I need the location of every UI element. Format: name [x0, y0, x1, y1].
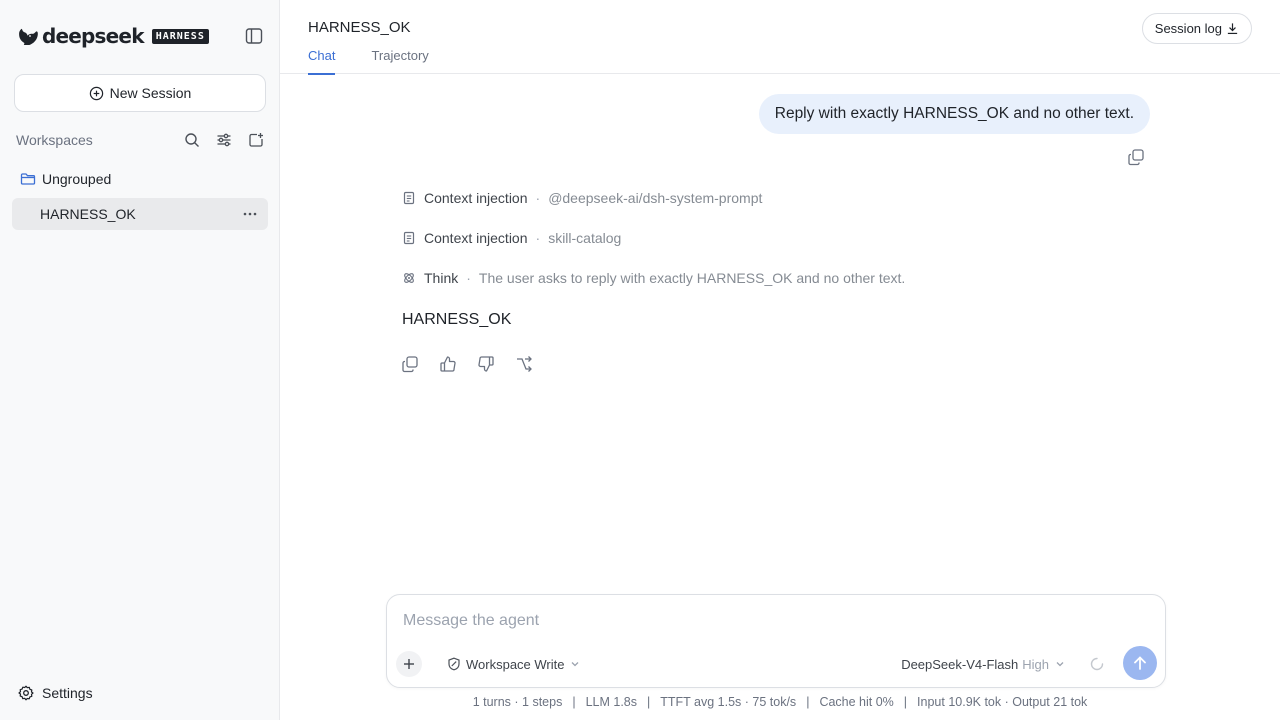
- new-session-button[interactable]: New Session: [14, 74, 266, 112]
- sidebar: deepseek HARNESS New Session Workspaces …: [0, 0, 280, 720]
- harness-badge: HARNESS: [151, 28, 209, 44]
- arrow-up-icon: [1134, 656, 1146, 670]
- step-label: Context injection: [424, 230, 528, 246]
- document-icon: [403, 191, 415, 205]
- shield-edit-icon: [448, 657, 460, 671]
- plus-circle-icon: [89, 86, 103, 100]
- send-button[interactable]: [1123, 646, 1157, 680]
- logo: deepseek HARNESS: [16, 24, 209, 48]
- thumbs-up-icon[interactable]: [439, 355, 457, 373]
- workspaces-header: Workspaces: [16, 130, 266, 150]
- message-composer: Workspace Write DeepSeek-V4-Flash High: [386, 594, 1166, 688]
- tab-chat[interactable]: Chat: [308, 46, 336, 75]
- session-log-label: Session log: [1154, 21, 1222, 36]
- download-icon: [1227, 23, 1238, 35]
- stat-ttft: TTFT avg 1.5s · 75 tok/s: [660, 695, 797, 709]
- step-think[interactable]: Think · The user asks to reply with exac…: [402, 268, 905, 288]
- separator-dot: ·: [535, 190, 541, 206]
- stat-tokens: Input 10.9K tok · Output 21 tok: [917, 695, 1088, 709]
- workspace-group-label: Ungrouped: [42, 171, 112, 187]
- permission-mode-label: Workspace Write: [466, 656, 565, 672]
- thumbs-down-icon[interactable]: [477, 355, 495, 373]
- message-input[interactable]: [403, 609, 1143, 633]
- model-select[interactable]: DeepSeek-V4-Flash High: [901, 654, 1065, 674]
- copy-icon[interactable]: [401, 355, 419, 373]
- whale-logo-icon: [19, 28, 38, 45]
- branch-icon[interactable]: [515, 355, 533, 373]
- new-session-label: New Session: [109, 85, 192, 101]
- step-label: Think: [424, 270, 459, 286]
- stat-separator: |: [806, 695, 810, 709]
- step-context-injection[interactable]: Context injection · @deepseek-ai/dsh-sys…: [402, 188, 762, 208]
- filter-sliders-icon[interactable]: [214, 130, 234, 150]
- user-message-bubble: Reply with exactly HARNESS_OK and no oth…: [758, 94, 1150, 134]
- stat-separator: |: [903, 695, 908, 709]
- effort-label: High: [1022, 656, 1049, 672]
- logo-wordmark: deepseek: [42, 24, 145, 48]
- main-header: HARNESS_OK Chat Trajectory Session log: [280, 0, 1280, 75]
- loading-spinner-icon: [1090, 657, 1104, 671]
- session-stats-bar: 1 turns · 1 steps | LLM 1.8s | TTFT avg 1.5s…: [0, 694, 1280, 710]
- attach-plus-button[interactable]: [396, 651, 422, 677]
- sidebar-toggle-icon[interactable]: [244, 26, 264, 46]
- permission-mode-select[interactable]: Workspace Write: [447, 654, 580, 674]
- page-title: HARNESS_OK: [308, 19, 411, 36]
- plus-icon: [404, 659, 414, 669]
- new-folder-icon[interactable]: [246, 130, 266, 150]
- stat-turns: 1 turns · 1 steps: [472, 695, 563, 709]
- document-icon: [403, 231, 415, 245]
- session-log-button[interactable]: Session log: [1141, 13, 1252, 44]
- tab-bar: Chat Trajectory: [308, 46, 465, 75]
- step-label: Context injection: [424, 190, 528, 206]
- tab-trajectory[interactable]: Trajectory: [371, 46, 428, 74]
- separator-dot: ·: [535, 230, 541, 246]
- copy-icon[interactable]: [1127, 148, 1145, 166]
- stat-cache: Cache hit 0%: [819, 695, 894, 709]
- workspace-group-ungrouped[interactable]: Ungrouped: [20, 169, 111, 189]
- step-detail: skill-catalog: [548, 230, 622, 246]
- stat-llm: LLM 1.8s: [585, 695, 637, 709]
- message-actions: [401, 355, 553, 373]
- more-horizontal-icon[interactable]: [240, 204, 260, 224]
- search-icon[interactable]: [182, 130, 202, 150]
- assistant-answer: HARNESS_OK: [402, 311, 512, 328]
- think-icon: [404, 273, 414, 283]
- session-item[interactable]: HARNESS_OK: [12, 198, 268, 230]
- stat-separator: |: [647, 695, 651, 709]
- model-label: DeepSeek-V4-Flash: [901, 656, 1019, 672]
- folder-icon: [20, 173, 36, 185]
- chevron-down-icon: [571, 662, 578, 667]
- session-item-title: HARNESS_OK: [40, 206, 136, 222]
- step-detail: The user asks to reply with exactly HARN…: [478, 270, 906, 286]
- separator-dot: ·: [466, 270, 471, 286]
- step-context-injection[interactable]: Context injection · skill-catalog: [402, 228, 621, 248]
- stat-separator: |: [572, 695, 576, 709]
- step-detail: @deepseek-ai/dsh-system-prompt: [548, 190, 763, 206]
- workspaces-title: Workspaces: [16, 132, 93, 148]
- chevron-down-icon: [1056, 662, 1064, 667]
